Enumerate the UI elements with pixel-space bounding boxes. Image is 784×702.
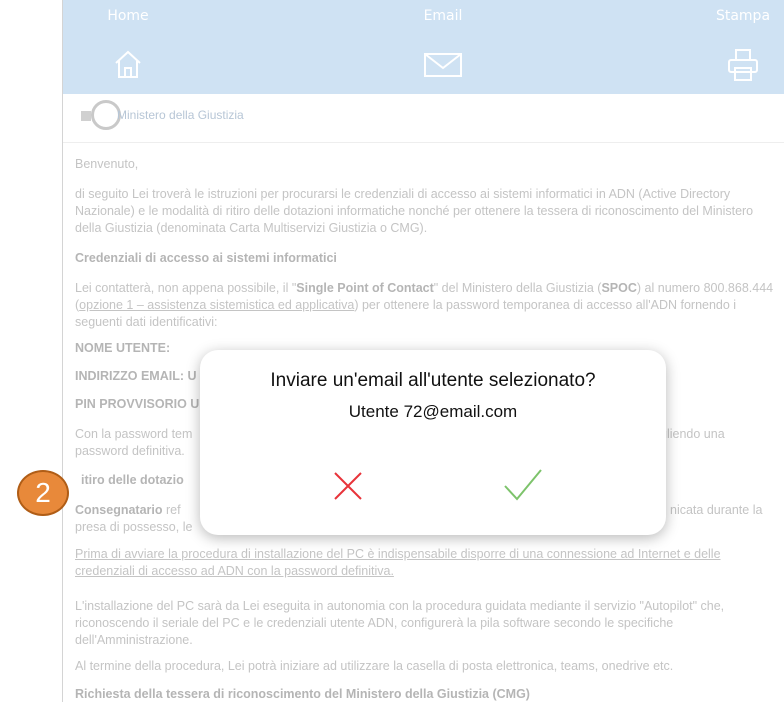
print-label: Stampa	[715, 8, 771, 24]
confirm-button[interactable]	[503, 468, 543, 502]
prima-paragraph: Prima di avviare la procedura di install…	[75, 546, 775, 580]
home-label: Home	[107, 8, 149, 24]
cancel-button[interactable]	[333, 471, 363, 501]
home-button[interactable]: Home	[73, 0, 183, 94]
password-text-b: gliendo una	[660, 427, 725, 441]
greeting: Benvenuto,	[75, 157, 139, 171]
spoc-text-a: Lei contatterà, non appena possibile, il…	[75, 281, 297, 295]
logo-mark	[81, 111, 91, 121]
logo-text: Ministero della Giustizia	[117, 108, 244, 122]
termine-paragraph: Al termine della procedura, Lei potrà in…	[75, 659, 674, 673]
toolbar: Home Email Stampa	[63, 0, 784, 94]
email-button[interactable]: Email	[388, 0, 498, 94]
dialog-user: Utente 72@email.com	[348, 402, 518, 421]
intro-paragraph: di seguito Lei troverà le istruzioni per…	[75, 187, 754, 235]
step-number: 2	[35, 477, 51, 508]
dialog-question: Inviare un'email all'utente selezionato?	[270, 370, 596, 391]
credentials-heading: Credenziali di accesso ai sistemi inform…	[75, 251, 337, 265]
prima-link[interactable]: Prima di avviare la procedura di install…	[75, 547, 721, 578]
ministry-logo: Ministero della Giustizia	[81, 98, 331, 134]
spoc-paragraph: Lei contatterà, non appena possibile, il…	[75, 280, 775, 331]
confirm-email-dialog: Inviare un'email all'utente selezionato?…	[200, 350, 666, 535]
envelope-icon	[424, 53, 462, 77]
header-divider	[63, 142, 784, 143]
password-text-a: Con la password tem	[75, 427, 193, 441]
installazione-paragraph: L'installazione del PC sarà da Lei esegu…	[75, 599, 725, 647]
spoc-acronym: SPOC	[601, 281, 637, 295]
consegnatario-text: ref	[162, 503, 181, 517]
spoc-text-c: " del Ministero della Giustizia (	[433, 281, 602, 295]
home-icon	[115, 50, 141, 78]
consegnatario-end: nicata durante la	[670, 503, 763, 517]
close-icon	[334, 472, 362, 500]
printer-icon	[728, 49, 758, 81]
cmg-heading: Richiesta della tessera di riconosciment…	[75, 687, 530, 701]
consegnatario-label: Consegnatario	[75, 503, 163, 517]
step-badge: 2	[17, 470, 69, 516]
print-button[interactable]: Stampa	[688, 0, 784, 94]
spoc-name: Single Point of Contact	[296, 281, 434, 295]
check-icon	[504, 469, 542, 501]
spoc-option-link[interactable]: opzione 1 – assistenza sistemistica ed a…	[79, 298, 354, 312]
email-label: Email	[423, 8, 463, 24]
